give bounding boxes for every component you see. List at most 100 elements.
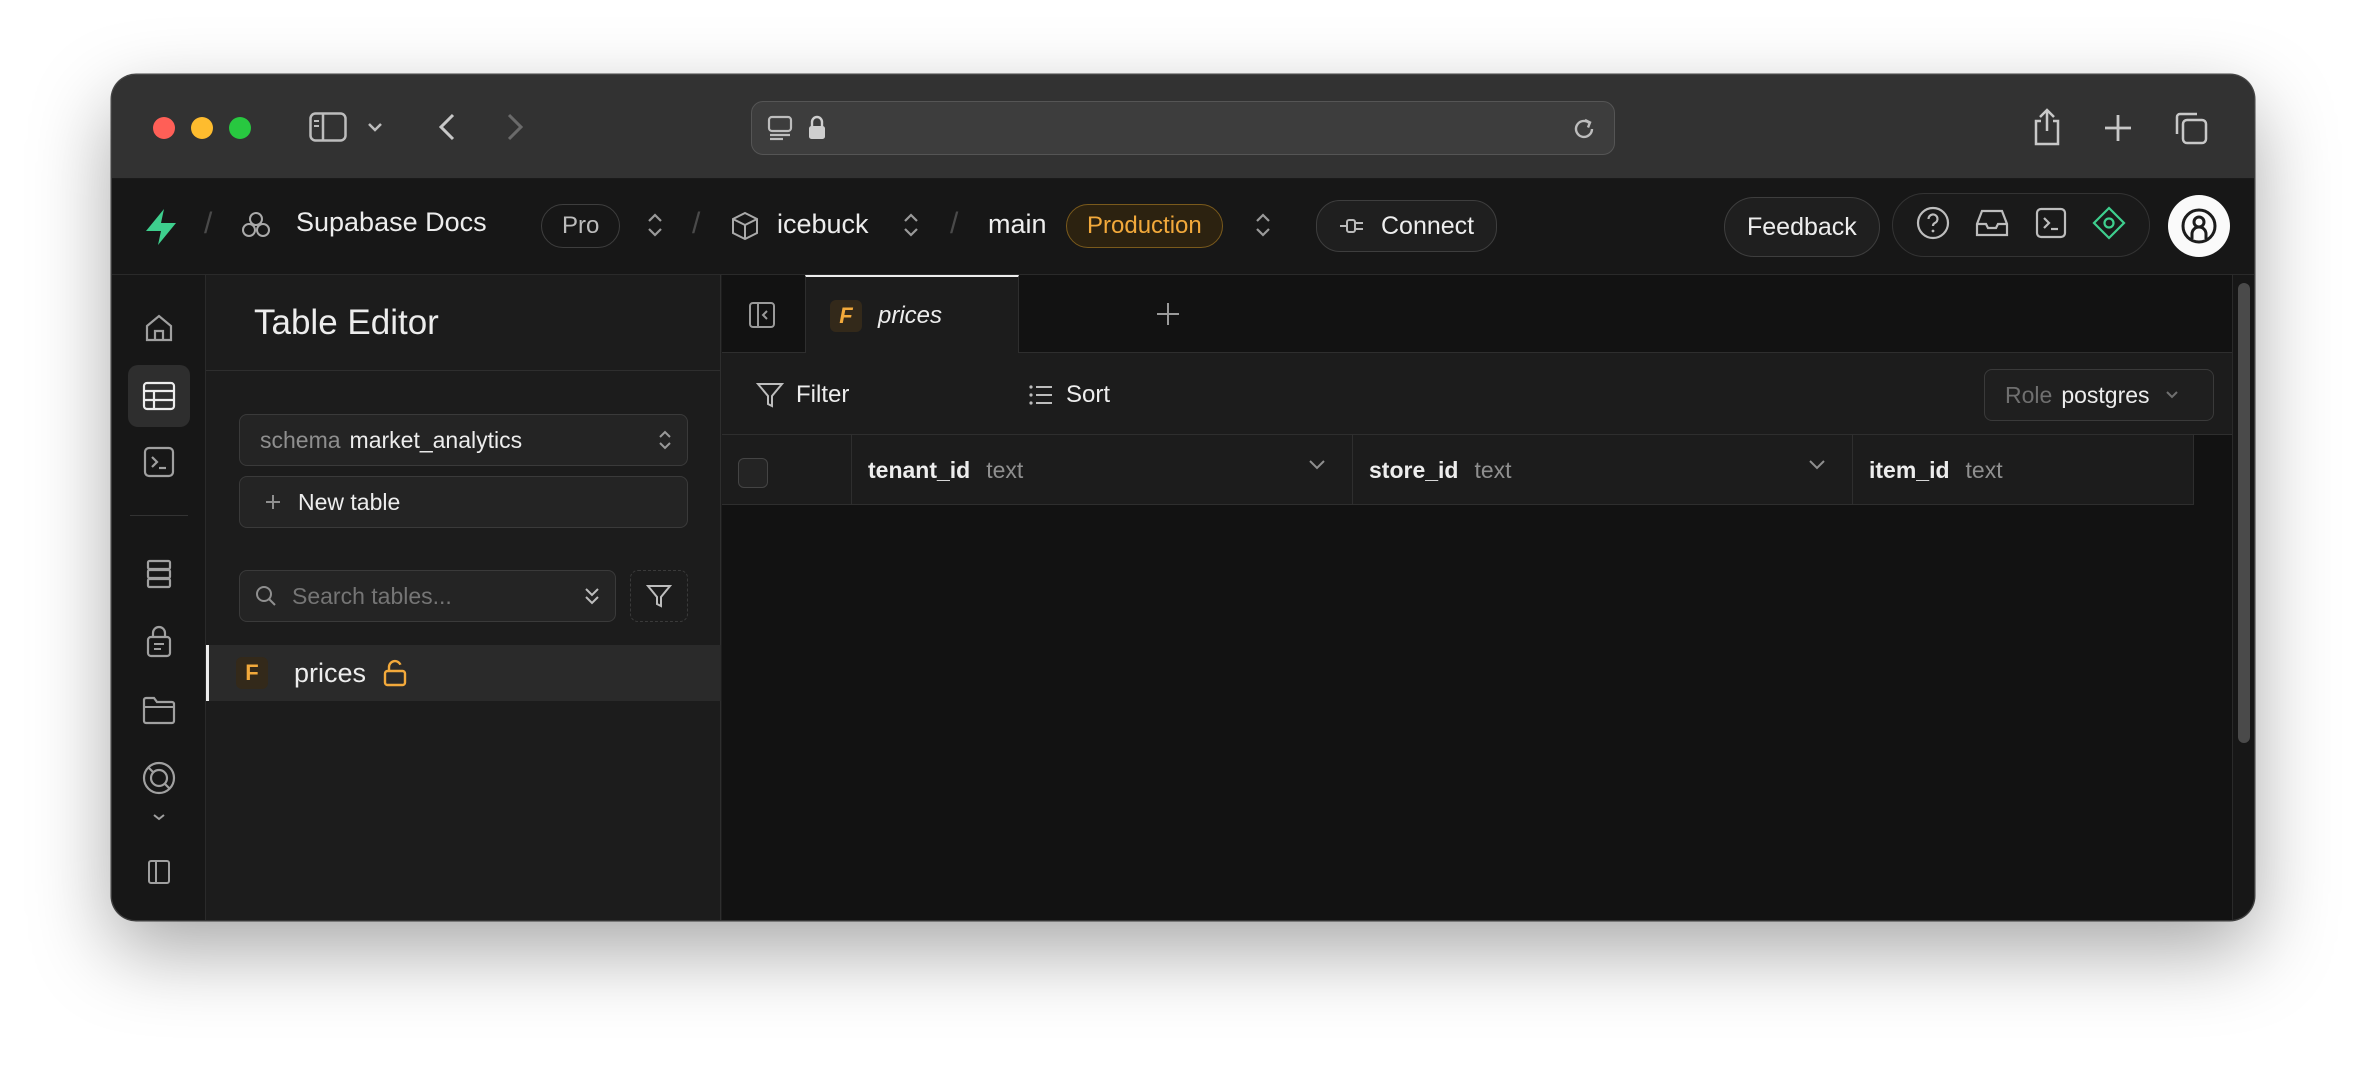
column-name: item_id	[1869, 456, 1950, 483]
sidebar-toggle-icon[interactable]	[307, 109, 349, 145]
user-avatar[interactable]	[2168, 195, 2230, 257]
grid-toolbar: Filter Sort Role postgres	[722, 353, 2232, 435]
page-menu-icon[interactable]	[766, 114, 794, 142]
chevrons-down-icon[interactable]	[583, 584, 601, 608]
tab-bar: F prices	[722, 275, 2232, 354]
scrollbar[interactable]	[2232, 275, 2254, 920]
search-tables-input[interactable]	[292, 582, 562, 610]
minimize-window-button[interactable]	[191, 117, 213, 139]
toggle-sidebar-icon[interactable]	[748, 301, 776, 334]
breadcrumb-separator: /	[204, 207, 213, 240]
new-tab-icon[interactable]	[2101, 111, 2135, 145]
column-header-store-id[interactable]: store_id text	[1353, 435, 1853, 505]
grid-header: tenant_id text store_id text item_id tex…	[722, 435, 2194, 505]
column-header-tenant-id[interactable]: tenant_id text	[852, 435, 1353, 505]
share-icon[interactable]	[2029, 105, 2065, 149]
branch-switcher-chevrons-icon[interactable]	[1254, 211, 1272, 239]
chevron-down-icon[interactable]	[1308, 459, 1326, 471]
column-type: text	[1474, 456, 1512, 483]
connect-button[interactable]: Connect	[1316, 200, 1498, 252]
chevrons-up-down-icon	[659, 430, 671, 450]
advisor-diamond-icon[interactable]	[2092, 205, 2126, 245]
address-bar[interactable]	[751, 101, 1615, 155]
org-switcher-chevrons-icon[interactable]	[646, 211, 664, 239]
schema-prefix: schema	[260, 426, 341, 453]
column-type: text	[986, 456, 1024, 483]
scrollbar-thumb[interactable]	[2238, 283, 2250, 743]
table-editor-icon[interactable]	[128, 365, 190, 427]
terminal-icon[interactable]	[2035, 207, 2067, 244]
database-icon[interactable]	[128, 543, 190, 605]
chevron-down-icon[interactable]	[364, 115, 386, 139]
new-table-label: New table	[298, 488, 401, 515]
project-name[interactable]: icebuck	[777, 209, 869, 240]
filter-button[interactable]: Filter	[756, 375, 849, 415]
table-editor-sidebar: Table Editor schema market_analytics New…	[206, 275, 721, 920]
role-value: postgres	[2061, 381, 2150, 408]
feedback-button[interactable]: Feedback	[1724, 197, 1880, 257]
role-prefix: Role	[2005, 381, 2053, 408]
sort-button[interactable]: Sort	[1028, 375, 1110, 415]
breadcrumb-separator: /	[692, 207, 701, 240]
sort-list-icon	[1029, 385, 1052, 405]
foreign-table-badge: F	[236, 657, 268, 689]
tab-prices[interactable]: F prices	[805, 275, 1019, 354]
supabase-logo-icon[interactable]	[142, 207, 180, 247]
back-arrow-icon[interactable]	[432, 109, 462, 145]
column-type: text	[1965, 456, 2003, 483]
column-name: store_id	[1369, 456, 1459, 483]
more-chevron-icon[interactable]	[128, 805, 190, 829]
close-window-button[interactable]	[153, 117, 175, 139]
filter-label: Filter	[796, 381, 850, 408]
select-all-column	[722, 435, 852, 505]
unlocked-icon[interactable]	[382, 659, 408, 687]
realtime-icon[interactable]	[128, 747, 190, 809]
tab-overview-icon[interactable]	[2172, 109, 2210, 147]
chevron-down-icon	[2165, 391, 2178, 399]
filter-tables-button[interactable]	[630, 570, 688, 622]
role-selector[interactable]: Role postgres	[1984, 369, 2214, 421]
filter-icon	[646, 585, 672, 608]
authentication-icon[interactable]	[128, 611, 190, 673]
list-item[interactable]: F prices	[206, 645, 721, 701]
select-all-checkbox[interactable]	[738, 458, 768, 488]
app-header: / Supabase Docs Pro / icebuck / main Pro…	[112, 179, 2254, 275]
column-header-item-id[interactable]: item_id text	[1853, 435, 2194, 505]
reload-icon[interactable]	[1570, 115, 1598, 143]
foreign-table-badge: F	[830, 299, 862, 332]
chevron-down-icon[interactable]	[1808, 459, 1826, 471]
sql-editor-icon[interactable]	[128, 431, 190, 493]
organization-name[interactable]: Supabase Docs	[296, 207, 487, 238]
new-tab-plus-icon[interactable]	[1155, 301, 1181, 332]
home-icon[interactable]	[128, 297, 190, 359]
tab-label: prices	[878, 301, 943, 329]
nav-rail	[112, 275, 206, 920]
storage-icon[interactable]	[128, 679, 190, 741]
feedback-label: Feedback	[1747, 212, 1857, 241]
header-icon-group	[1892, 193, 2150, 257]
new-table-button[interactable]: New table	[239, 476, 688, 528]
filter-icon	[756, 383, 784, 408]
organization-icon	[240, 209, 272, 241]
search-tables-field[interactable]	[239, 570, 616, 622]
fullscreen-window-button[interactable]	[229, 117, 251, 139]
lock-icon	[806, 114, 828, 142]
schema-selector[interactable]: schema market_analytics	[239, 414, 688, 466]
github-user-icon	[2181, 208, 2217, 244]
branch-name[interactable]: main	[988, 209, 1047, 240]
connect-label: Connect	[1381, 211, 1475, 240]
browser-toolbar	[112, 75, 2254, 179]
help-icon[interactable]	[1916, 206, 1950, 245]
project-box-icon	[731, 211, 759, 241]
project-switcher-chevrons-icon[interactable]	[902, 211, 920, 239]
collapse-nav-icon[interactable]	[128, 841, 190, 903]
schema-value: market_analytics	[349, 426, 523, 453]
browser-window: / Supabase Docs Pro / icebuck / main Pro…	[112, 75, 2254, 920]
page-title: Table Editor	[254, 303, 439, 342]
column-name: tenant_id	[868, 456, 971, 483]
main-content: F prices Filter Sort Role postgres tenan…	[722, 275, 2232, 920]
breadcrumb-separator: /	[950, 207, 959, 240]
sort-label: Sort	[1066, 381, 1111, 408]
forward-arrow-icon[interactable]	[500, 109, 530, 145]
inbox-icon[interactable]	[1975, 208, 2009, 243]
